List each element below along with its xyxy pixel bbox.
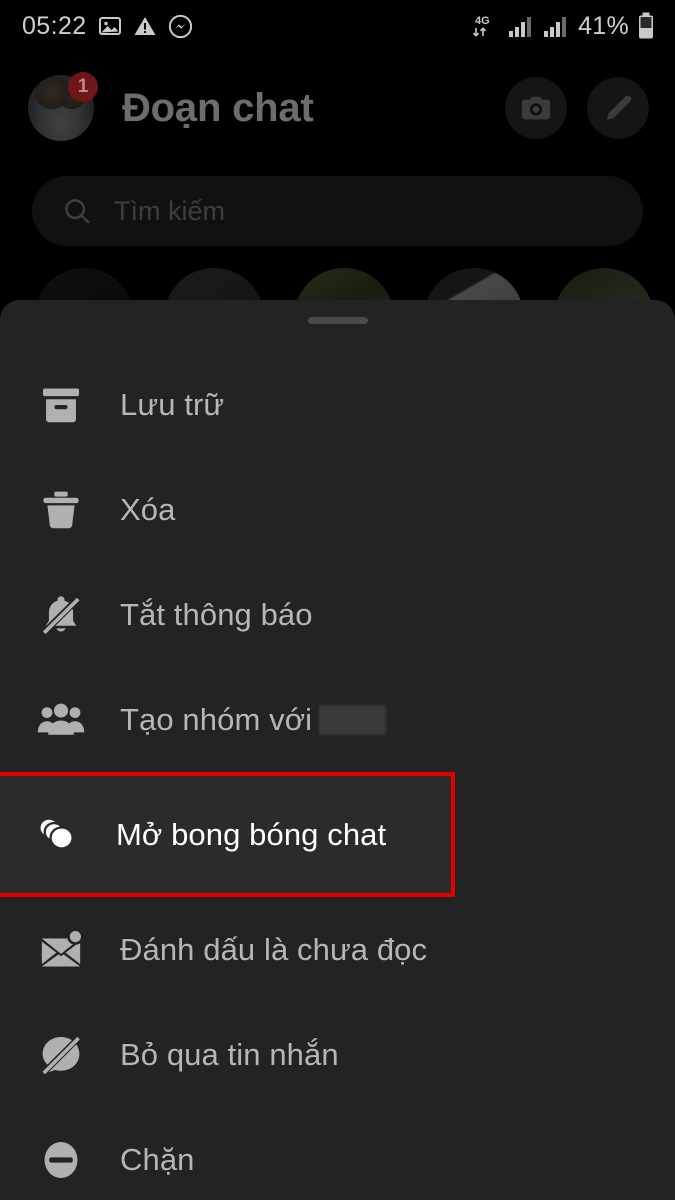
bell-muted-icon [30, 584, 92, 646]
header-actions [505, 77, 649, 139]
status-bar: 05:22 4G 41% [0, 0, 675, 52]
network-4g-icon: 4G [472, 15, 490, 37]
svg-text:4G: 4G [475, 15, 490, 27]
drag-handle[interactable] [307, 317, 368, 324]
page-title: Đoạn chat [122, 85, 314, 130]
redacted-name [319, 704, 387, 735]
warning-icon [134, 17, 156, 35]
menu-item-chat-bubbles[interactable]: Mở bong bóng chat [0, 772, 455, 897]
menu-item-delete[interactable]: Xóa [0, 457, 675, 562]
menu-item-label: Tắt thông báo [120, 596, 313, 632]
search-icon [65, 199, 90, 224]
menu-item-label: Đánh dấu là chưa đọc [120, 931, 428, 967]
signal-bars-icon [544, 17, 567, 37]
trash-icon [30, 479, 92, 541]
camera-icon [521, 96, 551, 120]
battery-icon [639, 12, 653, 39]
battery-percent: 41% [578, 11, 629, 40]
status-time: 05:22 [22, 11, 87, 40]
menu-item-block[interactable]: Chặn [0, 1107, 675, 1200]
signal-bars-icon [509, 17, 532, 37]
ignore-message-icon [30, 1024, 92, 1086]
status-bar-right: 4G 41% [470, 11, 655, 41]
search-input[interactable]: Tìm kiếm [32, 176, 643, 246]
image-icon [98, 17, 121, 35]
avatar[interactable]: 1 [28, 72, 98, 141]
menu-item-label: Chặn [120, 1141, 195, 1177]
menu-item-label: Tạo nhóm với [120, 701, 313, 737]
status-bar-left: 05:22 [22, 12, 193, 41]
group-people-icon [30, 689, 92, 751]
menu-item-label: Bỏ qua tin nhắn [120, 1036, 339, 1072]
compose-button[interactable] [587, 77, 649, 139]
menu-item-create-group[interactable]: Tạo nhóm với [0, 667, 675, 772]
menu-item-mute[interactable]: Tắt thông báo [0, 562, 675, 667]
avatar-badge: 1 [68, 72, 98, 102]
phone-screen: 05:22 4G 41% 1 Đoạn chat Tìm kiếm Lưu tr… [0, 0, 675, 1200]
pencil-icon [606, 95, 632, 120]
archive-icon [30, 374, 92, 436]
menu-item-mark-unread[interactable]: Đánh dấu là chưa đọc [0, 897, 675, 1002]
block-icon [30, 1129, 92, 1191]
search-placeholder: Tìm kiếm [114, 195, 225, 226]
menu-item-ignore-messages[interactable]: Bỏ qua tin nhắn [0, 1002, 675, 1107]
menu-item-archive[interactable]: Lưu trữ [0, 352, 675, 457]
menu-item-label-wrap: Tạo nhóm với [120, 701, 387, 738]
menu-item-label: Xóa [120, 491, 176, 527]
context-menu: Lưu trữ Xóa Tắt thông báo Tạo nhóm với M… [0, 352, 675, 1200]
app-header: 1 Đoạn chat [0, 52, 675, 164]
menu-item-label: Lưu trữ [120, 386, 225, 422]
chat-bubbles-icon [26, 804, 88, 866]
bottom-sheet: Lưu trữ Xóa Tắt thông báo Tạo nhóm với M… [0, 300, 675, 1200]
camera-button[interactable] [505, 77, 567, 139]
mark-unread-icon [30, 919, 92, 981]
messenger-icon [168, 14, 192, 38]
menu-item-label: Mở bong bóng chat [116, 816, 387, 852]
